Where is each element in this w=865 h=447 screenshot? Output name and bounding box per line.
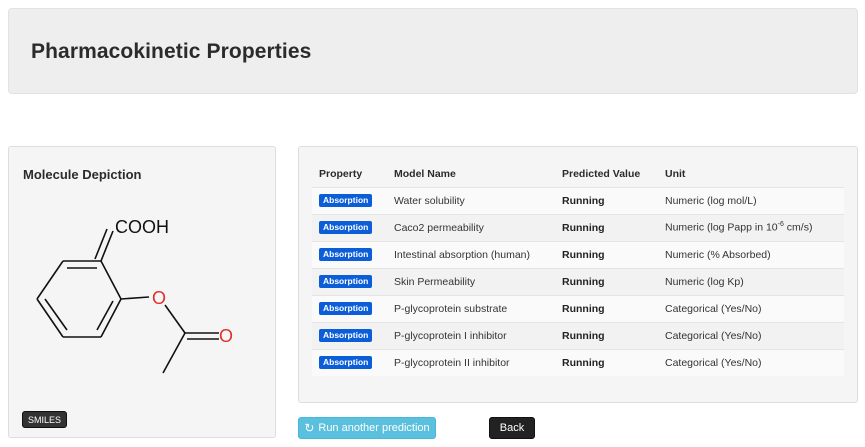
model-name-cell: Water solubility <box>387 186 555 214</box>
unit-cell: Categorical (Yes/No) <box>658 348 844 376</box>
page-title: Pharmacokinetic Properties <box>31 40 312 63</box>
model-name-cell: P-glycoprotein I inhibitor <box>387 321 555 349</box>
cooh-label: COOH <box>115 217 169 237</box>
molecule-panel: Molecule Depiction COOH O O SMILES <box>8 146 276 438</box>
col-header-value: Predicted Value <box>562 167 641 180</box>
col-header-model: Model Name <box>394 167 456 180</box>
results-panel: Property Model Name Predicted Value Unit… <box>298 146 858 403</box>
refresh-icon: ↻ <box>304 421 315 435</box>
property-cell: Absorption <box>312 267 387 295</box>
property-cell: Absorption <box>312 213 387 241</box>
table-row: Absorption P-glycoprotein substrate Runnin… <box>312 294 844 322</box>
model-name-cell: Intestinal absorption (human) <box>387 240 555 268</box>
results-table: Property Model Name Predicted Value Unit… <box>312 161 844 376</box>
property-badge: Absorption <box>319 275 373 288</box>
property-badge: Absorption <box>319 329 373 342</box>
model-name-cell: Caco2 permeability <box>387 213 555 241</box>
col-header-property: Property <box>319 167 363 180</box>
table-row: Absorption P-glycoprotein I inhibitor Runn… <box>312 321 844 349</box>
table-row: Absorption Caco2 permeability Running Numer… <box>312 213 844 241</box>
property-badge: Absorption <box>319 221 373 234</box>
predicted-value-cell: Running <box>555 240 658 268</box>
page-header: Pharmacokinetic Properties <box>8 8 858 94</box>
run-another-prediction-button[interactable]: ↻ Run another prediction <box>298 417 436 439</box>
property-cell: Absorption <box>312 321 387 349</box>
predicted-value-cell: Running <box>555 213 658 241</box>
property-badge: Absorption <box>319 356 373 370</box>
property-badge: Absorption <box>319 248 373 261</box>
property-cell: Absorption <box>312 240 387 268</box>
property-badge: Absorption <box>319 194 373 207</box>
predicted-value-cell: Running <box>555 267 658 295</box>
predicted-value-cell: Running <box>555 294 658 322</box>
unit-cell: Categorical (Yes/No) <box>658 321 844 349</box>
unit-cell: Numeric (% Absorbed) <box>658 240 844 268</box>
unit-cell: Categorical (Yes/No) <box>658 294 844 322</box>
ester-oxygen-label: O <box>152 288 166 308</box>
property-cell: Absorption <box>312 348 387 376</box>
benzene-ring <box>36 228 122 338</box>
unit-prefix: Numeric (log Papp in 10 <box>665 221 778 234</box>
col-header-unit: Unit <box>665 167 686 180</box>
unit-cell: Numeric (log Kp) <box>658 267 844 295</box>
smiles-button[interactable]: SMILES <box>22 411 68 428</box>
unit-suffix: cm/s) <box>783 221 813 234</box>
property-badge: Absorption <box>319 302 373 315</box>
property-cell: Absorption <box>312 294 387 322</box>
property-cell: Absorption <box>312 186 387 214</box>
unit-cell: Numeric (log Papp in 10-6 cm/s) <box>658 213 844 241</box>
run-button-label: Run another prediction <box>318 422 430 434</box>
unit-cell: Numeric (log mol/L) <box>658 186 844 214</box>
table-header-row: Property Model Name Predicted Value Unit <box>312 161 844 187</box>
table-row: Absorption Intestinal absorption (human) R… <box>312 240 844 268</box>
predicted-value-cell: Running <box>555 321 658 349</box>
molecule-structure: COOH O O <box>36 217 233 374</box>
table-row: Absorption Skin Permeability Running Numeri… <box>312 267 844 295</box>
model-name-cell: Skin Permeability <box>387 267 555 295</box>
table-row: Absorption Water solubility Running Numeric… <box>312 186 844 214</box>
table-row: Absorption P-glycoprotein II inhibitor Run… <box>312 348 844 376</box>
predicted-value-cell: Running <box>555 348 658 376</box>
model-name-cell: P-glycoprotein II inhibitor <box>387 348 555 376</box>
predicted-value-cell: Running <box>555 186 658 214</box>
model-name-cell: P-glycoprotein substrate <box>387 294 555 322</box>
carbonyl-oxygen-label: O <box>219 326 233 346</box>
back-button[interactable]: Back <box>489 417 535 439</box>
